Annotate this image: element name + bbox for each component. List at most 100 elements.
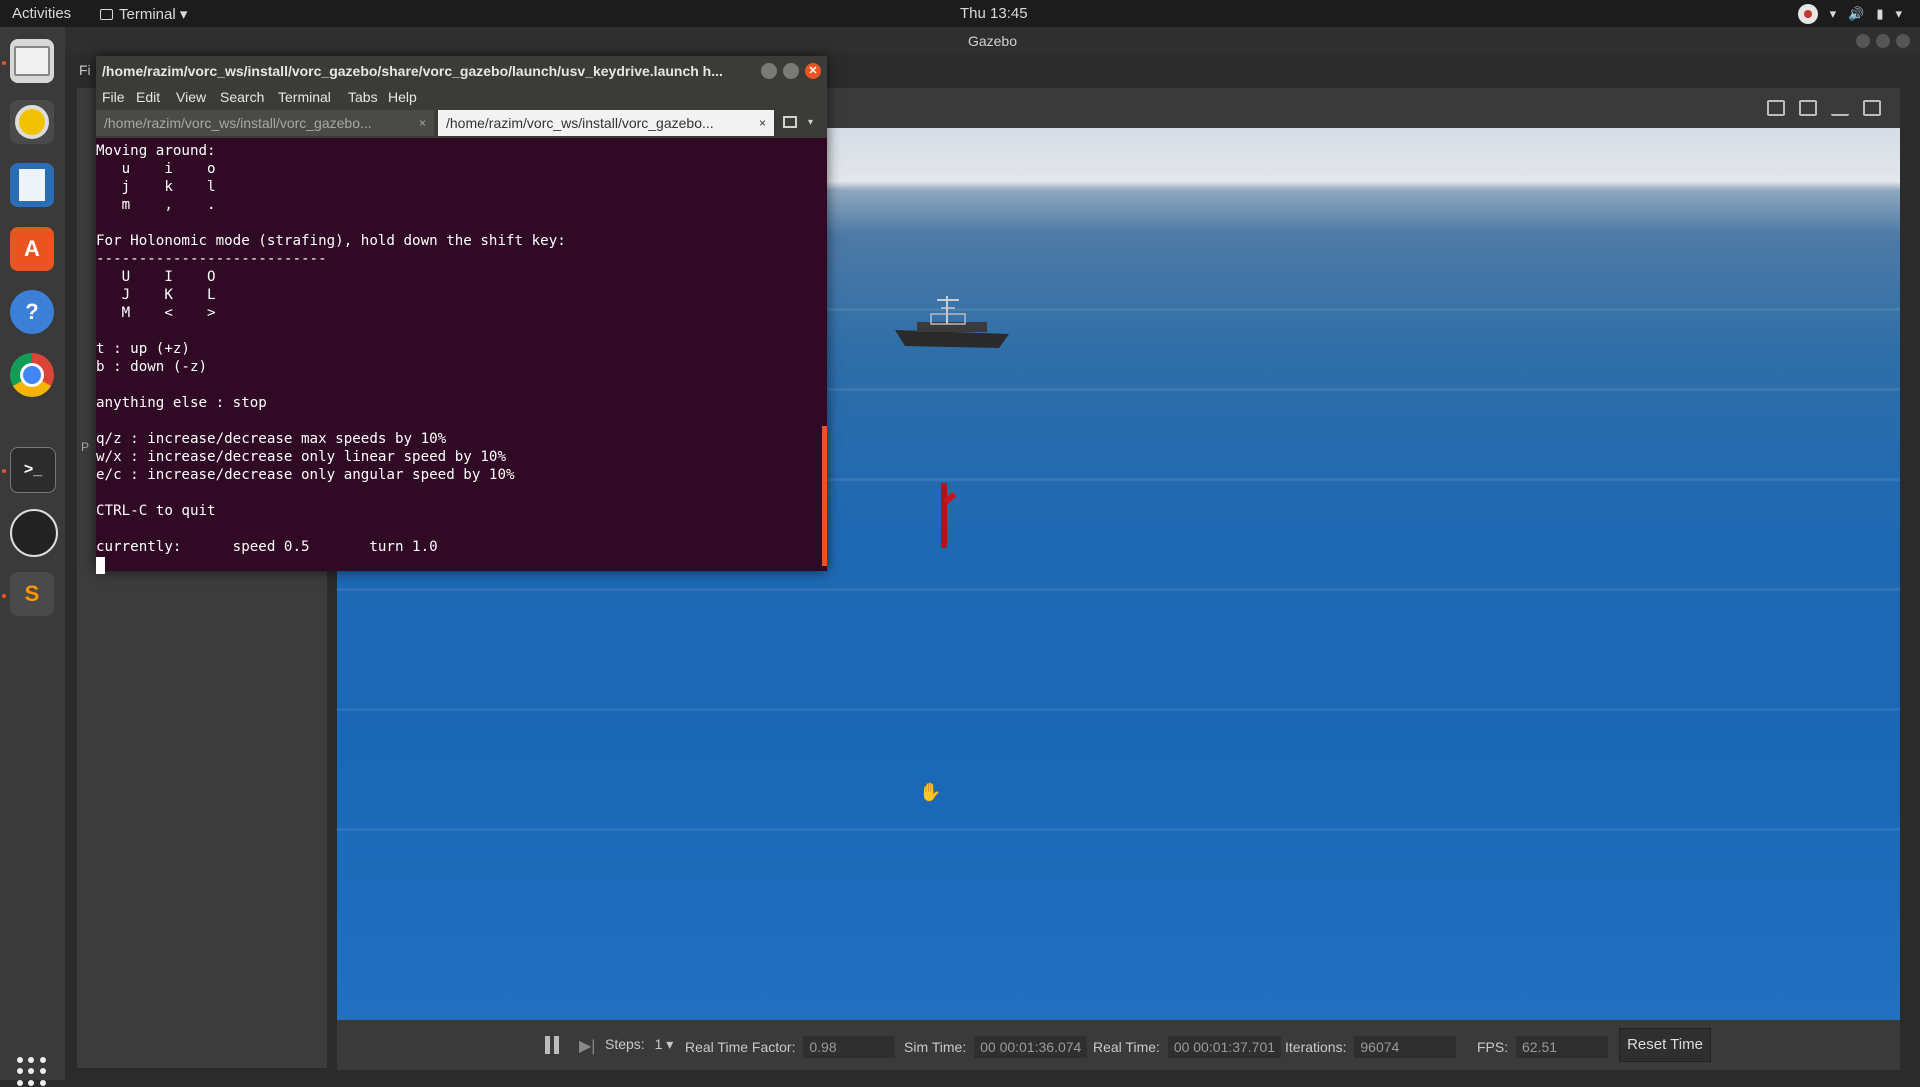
files-icon[interactable] xyxy=(10,39,54,83)
new-tab-icon[interactable] xyxy=(783,116,797,128)
plot-icon[interactable] xyxy=(1831,100,1849,116)
maximize-button[interactable] xyxy=(1876,34,1890,48)
red-buoy-model[interactable] xyxy=(941,483,947,548)
top-bar: Activities Terminal ▾ Thu 13:45 ▾ 🔊 ▮ ▾ xyxy=(0,0,1920,27)
menu-view[interactable]: View xyxy=(176,89,206,105)
terminal-line: For Holonomic mode (strafing), hold down… xyxy=(96,233,566,249)
log-icon[interactable] xyxy=(1799,100,1817,116)
gazebo-titlebar: Gazebo xyxy=(65,27,1920,55)
network-icon: ▾ xyxy=(1829,6,1837,21)
obs-icon[interactable] xyxy=(10,509,58,557)
terminal-output[interactable]: Moving around: u i o j k l m , . For Hol… xyxy=(96,142,823,574)
maximize-button[interactable] xyxy=(783,63,799,79)
sublime-text-icon[interactable]: S xyxy=(10,572,54,616)
sim-time-value: 00 00:01:36.074 xyxy=(974,1036,1088,1058)
tab-label: /home/razim/vorc_ws/install/vorc_gazebo.… xyxy=(446,115,714,131)
show-applications-icon[interactable] xyxy=(17,1057,47,1087)
terminal-window-icon xyxy=(100,8,113,20)
terminal-line: currently: speed 0.5 turn 1.0 xyxy=(96,539,438,555)
step-icon[interactable]: ▶| xyxy=(579,1036,595,1056)
sim-time-label: Sim Time: xyxy=(904,1039,967,1055)
clock[interactable]: Thu 13:45 xyxy=(960,5,1028,22)
boat-model[interactable] xyxy=(887,288,1017,358)
terminal-line: --------------------------- xyxy=(96,251,327,267)
real-time-value: 00 00:01:37.701 xyxy=(1167,1036,1282,1058)
app-menu[interactable]: Terminal ▾ xyxy=(100,5,187,23)
gazebo-statusbar: ▶| Steps: 1 ▾ Real Time Factor: 0.98 Sim… xyxy=(337,1020,1900,1070)
terminal-title: /home/razim/vorc_ws/install/vorc_gazebo/… xyxy=(102,63,723,79)
app-menu-label: Terminal ▾ xyxy=(119,6,188,23)
ubuntu-software-icon[interactable]: A xyxy=(10,227,54,271)
tab-close-icon[interactable]: × xyxy=(759,110,766,136)
terminal-line: j k l xyxy=(96,179,216,195)
terminal-icon[interactable]: >_ xyxy=(10,447,56,493)
activities-button[interactable]: Activities xyxy=(12,5,71,22)
terminal-line: b : down (-z) xyxy=(96,359,208,375)
terminal-line: m , . xyxy=(96,197,216,213)
system-tray[interactable]: ▾ 🔊 ▮ ▾ xyxy=(1797,4,1902,24)
system-menu-arrow[interactable]: ▾ xyxy=(1895,6,1902,22)
running-indicator xyxy=(2,469,6,473)
screenshot-icon[interactable] xyxy=(1767,100,1785,116)
reset-time-button[interactable]: Reset Time xyxy=(1619,1028,1711,1062)
menu-tabs[interactable]: Tabs xyxy=(348,89,378,105)
gazebo-window-title: Gazebo xyxy=(967,33,1018,49)
minimize-button[interactable] xyxy=(1856,34,1870,48)
obs-tray-icon[interactable] xyxy=(1797,4,1818,24)
iterations-label: Iterations: xyxy=(1285,1039,1347,1055)
terminal-line: t : up (+z) xyxy=(96,341,190,357)
tab-close-icon[interactable]: × xyxy=(419,110,426,136)
steps-value[interactable]: 1 ▾ xyxy=(655,1036,674,1052)
rhythmbox-icon[interactable] xyxy=(10,100,54,144)
fps-value: 62.51 xyxy=(1516,1036,1609,1058)
video-record-icon[interactable] xyxy=(1863,100,1881,116)
pause-icon[interactable] xyxy=(545,1036,561,1054)
menu-terminal[interactable]: Terminal xyxy=(278,89,331,105)
battery-icon: ▮ xyxy=(1876,6,1884,21)
menu-search[interactable]: Search xyxy=(220,89,264,105)
terminal-tabbar: /home/razim/vorc_ws/install/vorc_gazebo.… xyxy=(96,108,827,138)
libreoffice-writer-icon[interactable] xyxy=(10,163,54,207)
hand-cursor-icon: ✋ xyxy=(919,782,942,802)
terminal-window: /home/razim/vorc_ws/install/vorc_gazebo/… xyxy=(96,56,827,574)
terminal-line: e/c : increase/decrease only angular spe… xyxy=(96,467,515,483)
terminal-line: J K L xyxy=(96,287,216,303)
minimize-button[interactable] xyxy=(761,63,777,79)
tab-menu-icon[interactable]: ▾ xyxy=(808,117,813,128)
menu-help[interactable]: Help xyxy=(388,89,417,105)
menu-edit[interactable]: Edit xyxy=(136,89,160,105)
terminal-tab-1[interactable]: /home/razim/vorc_ws/install/vorc_gazebo.… xyxy=(96,110,434,136)
chrome-icon[interactable] xyxy=(10,353,54,397)
running-indicator xyxy=(2,61,6,65)
terminal-cursor xyxy=(96,557,105,574)
tab-label: /home/razim/vorc_ws/install/vorc_gazebo.… xyxy=(104,115,372,131)
volume-icon: 🔊 xyxy=(1848,6,1865,21)
close-button[interactable] xyxy=(1896,34,1910,48)
panel-tab-label[interactable]: P xyxy=(81,440,89,454)
rtf-label: Real Time Factor: xyxy=(685,1039,796,1055)
rtf-value: 0.98 xyxy=(803,1036,896,1058)
dock: A ? >_ S xyxy=(0,27,65,1086)
menu-file[interactable]: Fi xyxy=(79,62,91,78)
terminal-line: w/x : increase/decrease only linear spee… xyxy=(96,449,506,465)
running-indicator xyxy=(2,594,6,598)
terminal-scrollbar[interactable] xyxy=(822,426,827,566)
terminal-line: u i o xyxy=(96,161,216,177)
steps-label: Steps: xyxy=(605,1036,645,1052)
terminal-tab-2[interactable]: /home/razim/vorc_ws/install/vorc_gazebo.… xyxy=(438,110,774,136)
menu-file[interactable]: File xyxy=(102,89,125,105)
terminal-line: anything else : stop xyxy=(96,395,267,411)
terminal-line: M < > xyxy=(96,305,216,321)
terminal-titlebar[interactable]: /home/razim/vorc_ws/install/vorc_gazebo/… xyxy=(96,56,827,86)
close-button[interactable]: ✕ xyxy=(805,63,821,79)
terminal-menubar: File Edit View Search Terminal Tabs Help xyxy=(96,86,827,108)
real-time-label: Real Time: xyxy=(1093,1039,1160,1055)
help-icon[interactable]: ? xyxy=(10,290,54,334)
fps-label: FPS: xyxy=(1477,1039,1509,1055)
